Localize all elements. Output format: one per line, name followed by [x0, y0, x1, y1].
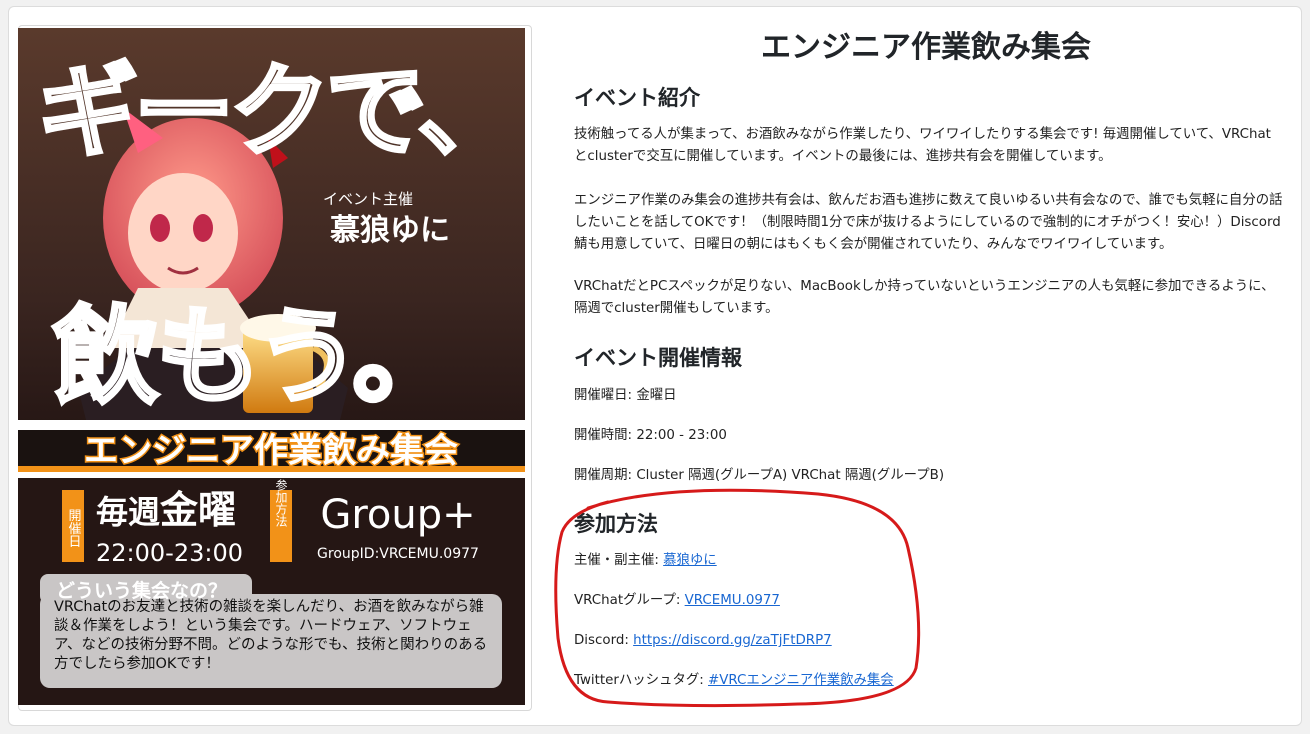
- twitter-hashtag-link[interactable]: #VRCエンジニア作業飲み集会: [708, 673, 894, 688]
- info-heading: イベント開催情報: [574, 346, 742, 370]
- intro-paragraph-2: エンジニア作業のみ集会の進捗共有会は、飲んだお酒も進捗に数えて良いゆるい共有会な…: [574, 193, 1283, 252]
- join-discord-row: Discord: https://discord.gg/zaTjFtDRP7: [574, 630, 1284, 652]
- poster-headline-bottom: 飲もう。: [53, 296, 456, 418]
- join-heading: 参加方法: [574, 512, 658, 536]
- join-group-label: VRChatグループ:: [574, 593, 685, 608]
- poster-headline-top: ギークで、: [38, 53, 514, 170]
- intro-heading: イベント紹介: [574, 86, 700, 110]
- join-group-row: VRChatグループ: VRCEMU.0977: [574, 590, 1284, 612]
- poster-join-tag-text: 参加方法: [274, 478, 288, 527]
- join-twitter-label: Twitterハッシュタグ:: [574, 673, 708, 688]
- info-day: 開催曜日: 金曜日: [574, 388, 677, 403]
- join-twitter-row: Twitterハッシュタグ: #VRCエンジニア作業飲み集会: [574, 670, 1284, 692]
- poster-weekly: 毎週金曜: [96, 488, 236, 532]
- poster-host-caption: イベント主催: [323, 190, 413, 208]
- poster-day-tag-text: 開催日: [66, 509, 82, 548]
- poster-weekly-text: 毎週: [96, 493, 160, 531]
- join-discord-label: Discord:: [574, 633, 634, 648]
- intro-paragraph-1: 技術触ってる人が集まって、お酒飲みながら作業したり、ワイワイしたりする集会です!…: [574, 127, 1271, 164]
- join-host-label: 主催・副主催:: [574, 553, 664, 568]
- info-cycle: 開催周期: Cluster 隔週(グループA) VRChat 隔週(グループB): [574, 468, 945, 483]
- discord-link[interactable]: https://discord.gg/zaTjFtDRP7: [633, 633, 832, 648]
- page-title: エンジニア作業飲み集会: [761, 30, 1091, 65]
- poster-weekday-text: 金曜: [159, 488, 236, 532]
- join-host-row: 主催・副主催: 慕狼ゆに: [574, 550, 1284, 572]
- event-poster-image: ギークで、 飲もう。 イベント主催 慕狼ゆに エンジニア作業飲み集会 開催日 毎…: [18, 28, 525, 705]
- poster-group: Group+: [320, 492, 475, 538]
- intro-paragraph-3: VRChatだとPCスペックが足りない、MacBookしか持っていないというエン…: [574, 279, 1275, 316]
- poster-about-body: VRChatのお友達と技術の雑談を楽しんだり、お酒を飲みながら雑談＆作業をしよう…: [54, 599, 488, 672]
- poster-group-id: GroupID:VRCEMU.0977: [317, 546, 479, 562]
- info-time: 開催時間: 22:00 - 23:00: [574, 428, 727, 443]
- poster-hours: 22:00-23:00: [96, 539, 243, 567]
- poster-event-title: エンジニア作業飲み集会: [84, 431, 458, 471]
- vrchat-group-link[interactable]: VRCEMU.0977: [685, 593, 780, 608]
- poster-host-name: 慕狼ゆに: [330, 213, 450, 248]
- host-link[interactable]: 慕狼ゆに: [663, 553, 717, 568]
